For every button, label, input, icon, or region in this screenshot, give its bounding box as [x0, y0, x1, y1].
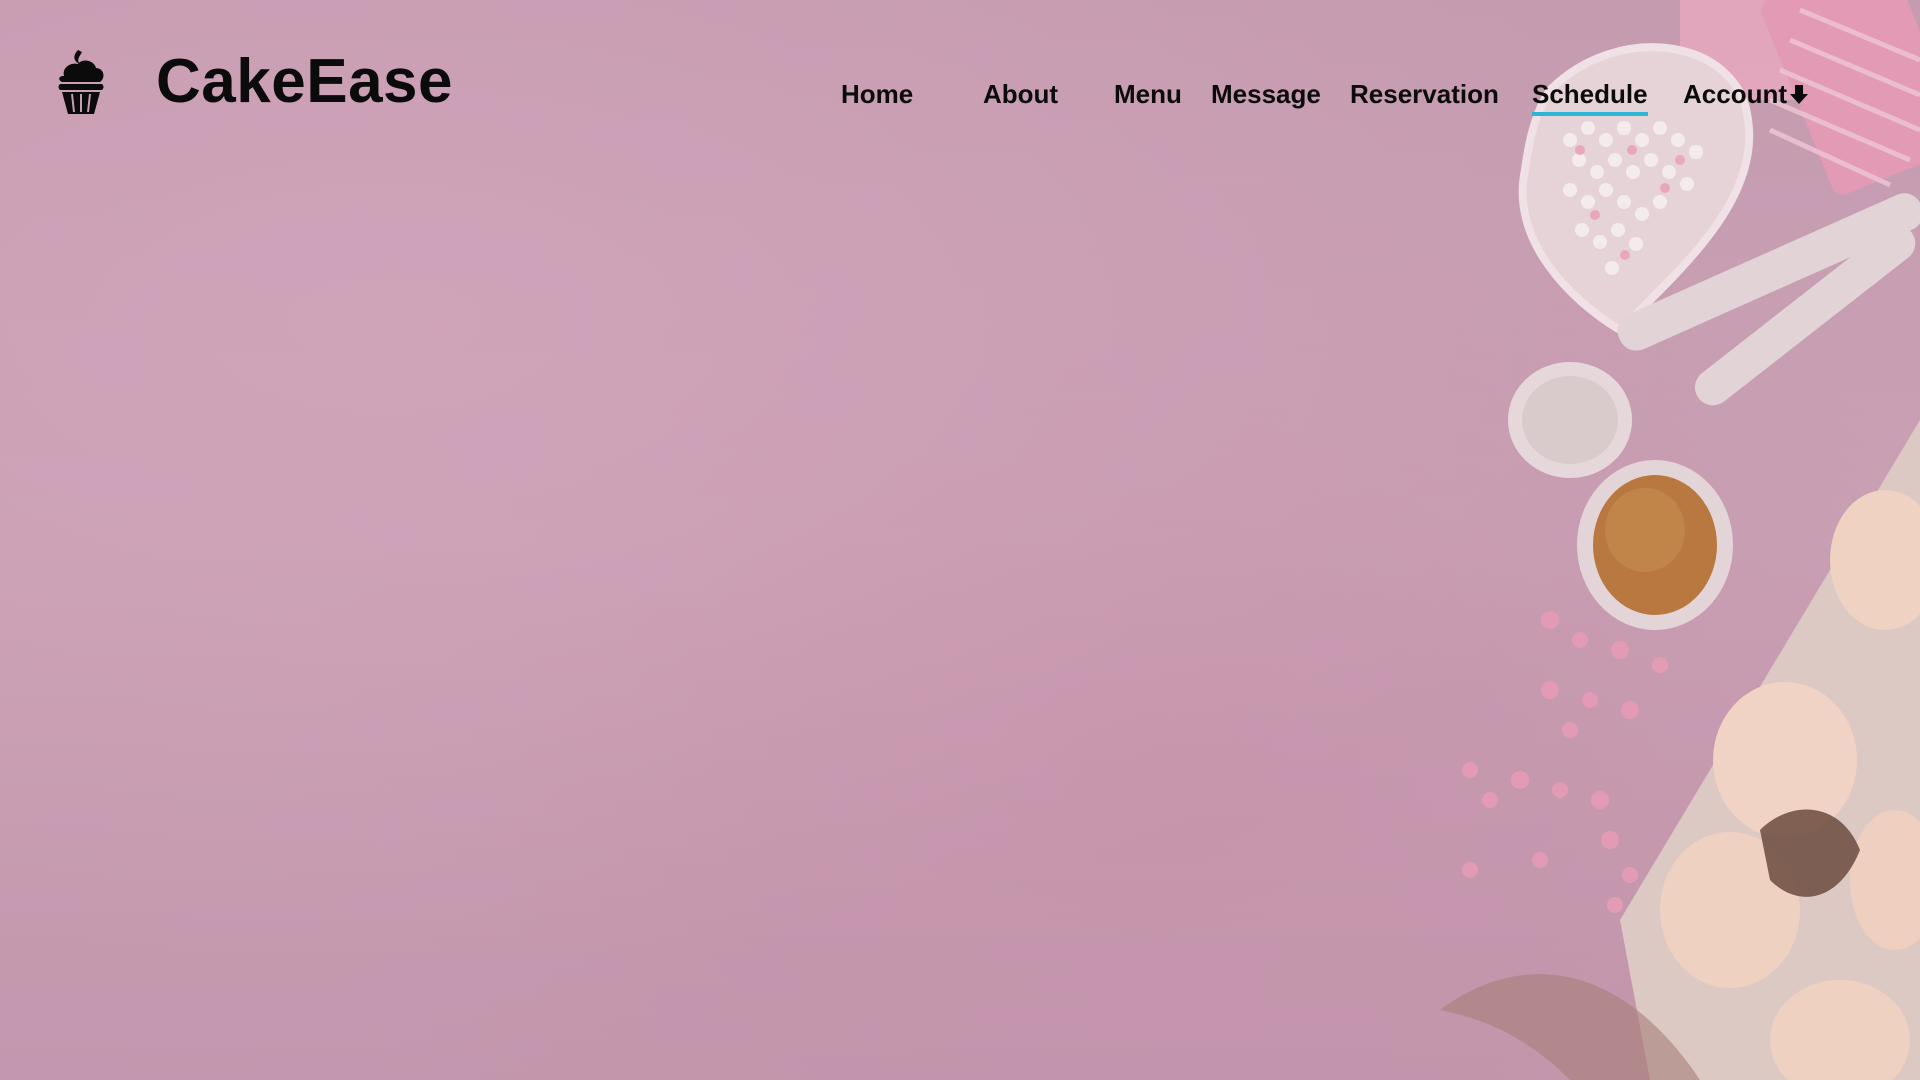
page: CakeEase Home About Menu Message Reserva…	[0, 0, 1920, 1080]
arrow-down-icon	[1790, 85, 1808, 104]
nav-home-link[interactable]: Home	[841, 78, 913, 110]
account-dropdown[interactable]: Account	[1683, 78, 1809, 110]
nav-message-link[interactable]: Message	[1211, 78, 1321, 110]
nav-reservation-link[interactable]: Reservation	[1350, 78, 1499, 110]
nav-about-link[interactable]: About	[983, 78, 1058, 110]
nav-links: Home About Menu Message Reservation Sche…	[0, 78, 1920, 118]
nav-schedule-link[interactable]: Schedule	[1532, 78, 1648, 116]
account-label: Account	[1683, 79, 1787, 109]
nav-menu-link[interactable]: Menu	[1114, 78, 1182, 110]
navbar: CakeEase Home About Menu Message Reserva…	[0, 0, 1920, 180]
